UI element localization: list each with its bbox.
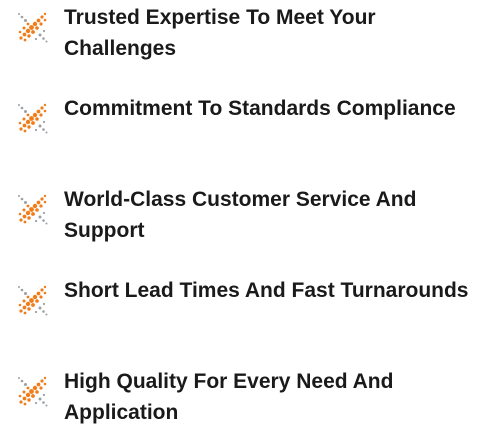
feature-text: High Quality For Every Need And Applicat…: [64, 370, 394, 424]
feature-text: World-Class Customer Service And Support: [64, 188, 417, 242]
feature-item: World-Class Customer Service And Support: [0, 184, 487, 264]
dotted-sparkle-icon: [16, 284, 50, 318]
dotted-sparkle-icon: [16, 193, 50, 227]
dotted-sparkle-icon: [16, 375, 50, 409]
feature-text: Short Lead Times And Fast Turnarounds: [64, 279, 469, 302]
feature-list: Trusted Expertise To Meet Your Challenge…: [0, 0, 487, 447]
feature-text: Trusted Expertise To Meet Your Challenge…: [64, 6, 376, 60]
feature-item: Short Lead Times And Fast Turnarounds: [0, 275, 487, 355]
feature-item: Commitment To Standards Compliance: [0, 93, 487, 173]
dotted-sparkle-icon: [16, 102, 50, 136]
feature-item: Trusted Expertise To Meet Your Challenge…: [0, 2, 487, 82]
feature-item: High Quality For Every Need And Applicat…: [0, 366, 487, 446]
dotted-sparkle-icon: [16, 11, 50, 45]
feature-text: Commitment To Standards Compliance: [64, 97, 456, 120]
